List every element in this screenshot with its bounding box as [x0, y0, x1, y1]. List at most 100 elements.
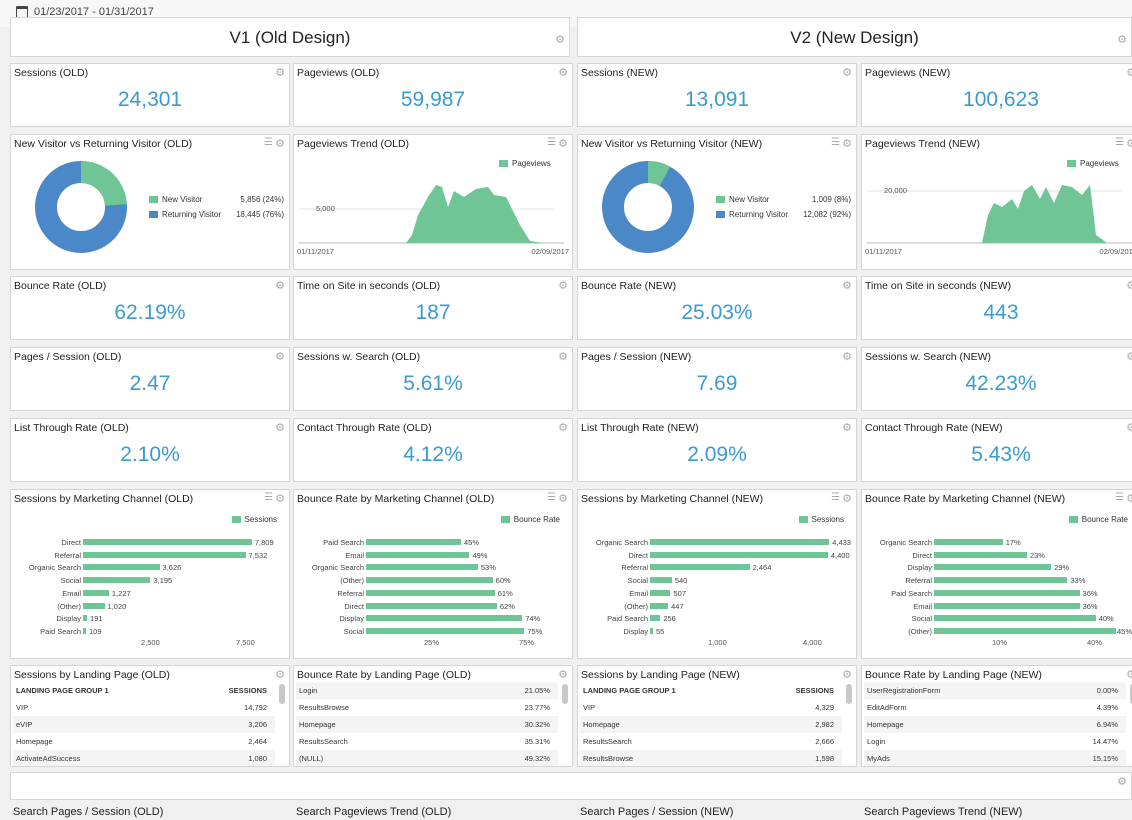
bar[interactable] [366, 539, 461, 545]
bar[interactable] [650, 589, 671, 596]
table-row[interactable]: Login 21.05% [296, 682, 558, 699]
scrollbar[interactable] [846, 684, 852, 704]
gear-icon[interactable]: ⚙ [1126, 350, 1132, 363]
table-row[interactable]: Homepage 2,982 [580, 716, 842, 733]
table-row[interactable]: Homepage 30.32% [296, 716, 558, 733]
bar[interactable] [934, 564, 1052, 571]
table-row[interactable]: MyAds 15.15% [864, 750, 1126, 766]
table-row[interactable]: Homepage 2,464 [13, 733, 275, 750]
menu-icon[interactable]: ☰ [831, 492, 840, 503]
gear-icon[interactable]: ⚙ [275, 137, 285, 150]
column-header[interactable]: LANDING PAGE GROUP 1 [13, 682, 188, 699]
gear-icon[interactable]: ⚙ [842, 350, 852, 363]
cell-page: Homepage [296, 716, 455, 733]
table-row[interactable]: (NULL) 49.32% [296, 750, 558, 766]
gear-icon[interactable]: ⚙ [558, 279, 568, 292]
bar[interactable] [83, 539, 252, 545]
gear-icon[interactable]: ⚙ [1126, 421, 1132, 434]
gear-icon[interactable]: ⚙ [1126, 66, 1132, 79]
bar[interactable] [366, 564, 478, 571]
gear-icon[interactable]: ⚙ [1117, 20, 1127, 56]
gear-icon[interactable]: ⚙ [558, 350, 568, 363]
bar[interactable] [83, 615, 88, 622]
table-row[interactable]: ResultsSearch 2,666 [580, 733, 842, 750]
table-row[interactable]: Homepage 6.94% [864, 716, 1126, 733]
table-row[interactable]: Login 14.47% [864, 733, 1126, 750]
bar[interactable] [650, 551, 828, 558]
bar[interactable] [934, 602, 1080, 609]
bar[interactable] [83, 602, 105, 609]
bar[interactable] [650, 602, 669, 609]
gear-icon[interactable]: ⚙ [1126, 137, 1132, 150]
column-header[interactable]: SESSIONS [188, 682, 275, 699]
bar[interactable] [650, 577, 672, 584]
table-row[interactable]: VIP 14,792 [13, 699, 275, 716]
bar-value: 62% [499, 601, 515, 611]
bar[interactable] [366, 602, 497, 609]
gear-icon[interactable]: ⚙ [558, 668, 568, 681]
gear-icon[interactable]: ⚙ [842, 137, 852, 150]
gear-icon[interactable]: ⚙ [1126, 492, 1132, 505]
scrollbar[interactable] [279, 684, 285, 704]
bar[interactable] [934, 615, 1096, 622]
gear-icon[interactable]: ⚙ [1117, 775, 1127, 788]
table-row[interactable]: ActivateAdSuccess 1,080 [13, 750, 275, 766]
bar[interactable] [83, 577, 151, 584]
bar[interactable] [366, 627, 525, 634]
gear-icon[interactable]: ⚙ [1126, 668, 1132, 681]
gear-icon[interactable]: ⚙ [275, 668, 285, 681]
gear-icon[interactable]: ⚙ [842, 492, 852, 505]
table-row[interactable]: ResultsBrowse 1,598 [580, 750, 842, 766]
column-header[interactable]: SESSIONS [755, 682, 842, 699]
gear-icon[interactable]: ⚙ [558, 66, 568, 79]
bar[interactable] [934, 589, 1080, 596]
column-header[interactable]: LANDING PAGE GROUP 1 [580, 682, 755, 699]
bar[interactable] [83, 564, 160, 571]
bar[interactable] [366, 577, 493, 584]
gear-icon[interactable]: ⚙ [842, 668, 852, 681]
bar[interactable] [934, 627, 1116, 634]
menu-icon[interactable]: ☰ [547, 137, 556, 148]
gear-icon[interactable]: ⚙ [275, 66, 285, 79]
bar[interactable] [650, 627, 653, 634]
bar[interactable] [366, 589, 495, 596]
bar[interactable] [650, 615, 661, 622]
menu-icon[interactable]: ☰ [831, 137, 840, 148]
gear-icon[interactable]: ⚙ [842, 421, 852, 434]
bar[interactable] [934, 577, 1068, 584]
gear-icon[interactable]: ⚙ [275, 421, 285, 434]
table-row[interactable]: UserRegistrationForm 0.00% [864, 682, 1126, 699]
bar[interactable] [934, 539, 1003, 545]
bar[interactable] [83, 627, 86, 634]
table-row[interactable]: VIP 4,329 [580, 699, 842, 716]
gear-icon[interactable]: ⚙ [558, 421, 568, 434]
bar[interactable] [934, 551, 1027, 558]
gear-icon[interactable]: ⚙ [558, 492, 568, 505]
bar[interactable] [650, 539, 830, 545]
bar[interactable] [83, 551, 246, 558]
menu-icon[interactable]: ☰ [264, 492, 273, 503]
menu-icon[interactable]: ☰ [1115, 492, 1124, 503]
menu-icon[interactable]: ☰ [264, 137, 273, 148]
scrollbar[interactable] [562, 684, 568, 704]
gear-icon[interactable]: ⚙ [1126, 279, 1132, 292]
gear-icon[interactable]: ⚙ [275, 350, 285, 363]
bar[interactable] [83, 589, 109, 596]
gear-icon[interactable]: ⚙ [275, 492, 285, 505]
bar[interactable] [366, 551, 470, 558]
table-row[interactable]: ResultsBrowse 23.77% [296, 699, 558, 716]
menu-icon[interactable]: ☰ [1115, 137, 1124, 148]
gear-icon[interactable]: ⚙ [842, 279, 852, 292]
gear-icon[interactable]: ⚙ [275, 279, 285, 292]
gear-icon[interactable]: ⚙ [558, 137, 568, 150]
table-row[interactable]: ResultsSearch 35.31% [296, 733, 558, 750]
kpi-value: 62.19% [114, 301, 186, 324]
menu-icon[interactable]: ☰ [547, 492, 556, 503]
bar[interactable] [650, 564, 750, 571]
gear-icon[interactable]: ⚙ [842, 66, 852, 79]
bar[interactable] [366, 615, 523, 622]
kpi-value: 24,301 [117, 88, 183, 111]
table-row[interactable]: EditAdForm 4.39% [864, 699, 1126, 716]
table-row[interactable]: eVIP 3,206 [13, 716, 275, 733]
gear-icon[interactable]: ⚙ [555, 20, 565, 56]
